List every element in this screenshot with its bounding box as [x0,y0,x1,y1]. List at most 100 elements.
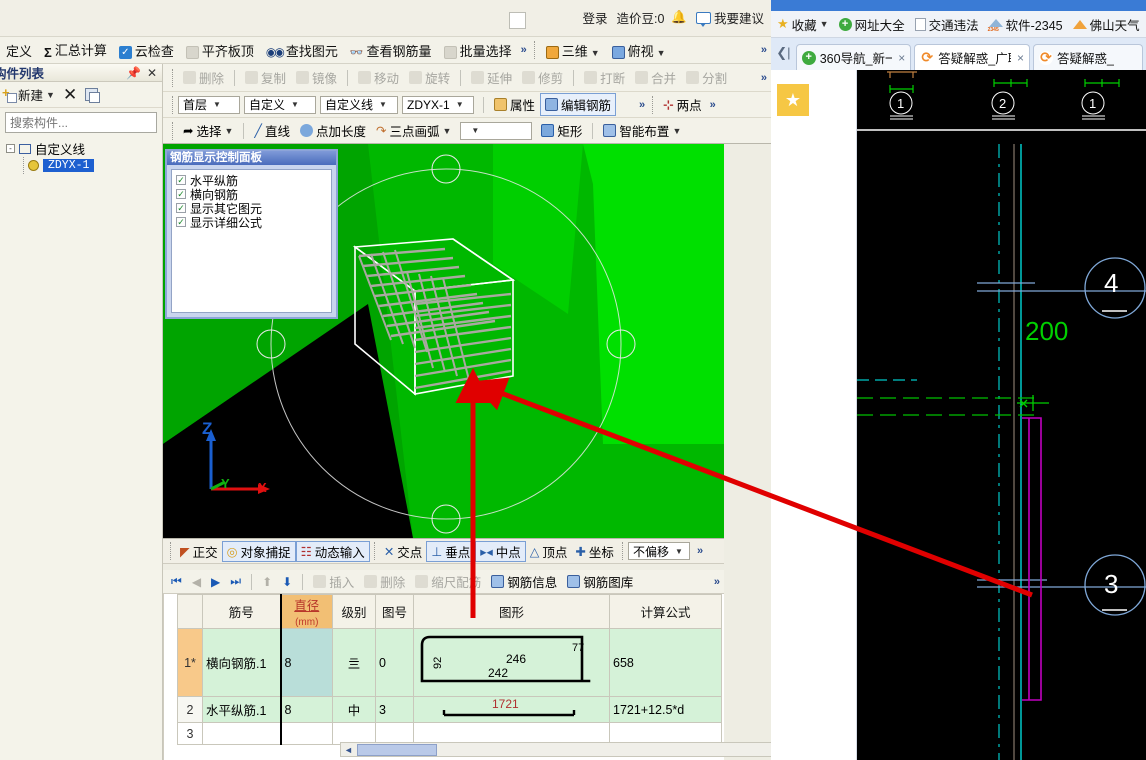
chevron-down-icon[interactable]: ▼ [442,126,451,136]
chevron-down-icon[interactable]: ▼ [213,100,221,109]
cell-bar-no[interactable]: 横向钢筋.1 [202,628,281,697]
context-toolbar-overflow[interactable]: » [636,99,648,111]
col-header-diameter[interactable]: 直径 (mm) [279,594,333,629]
new-component-button[interactable]: 新建▼ [2,85,55,104]
col-header-index[interactable] [177,594,203,629]
tab-qa-guanglianda[interactable]: ⟳ 答疑解惑_广联 × [914,44,1030,70]
first-record-icon[interactable]: ⏮ [166,574,187,589]
tab-close-icon[interactable]: × [898,51,905,65]
checkbox-icon[interactable]: ✓ [176,189,186,199]
tool-smart-layout[interactable]: 智能布置 ▼ [598,121,686,140]
bookmark-traffic-violation[interactable]: 交通违法 [914,15,979,34]
tab-close-icon[interactable]: × [1017,51,1024,65]
bookmark-software-2345[interactable]: 软件-2345 [988,15,1063,34]
menu-item-cloud-check[interactable]: ✓ 云检查 [113,41,180,60]
tree-node-custom-line[interactable]: - 自定义线 [6,140,162,157]
chevron-down-icon[interactable]: ▼ [379,100,387,109]
checkbox-row-show-detailed-formula[interactable]: ✓ 显示详细公式 [176,215,331,230]
three-d-viewport[interactable]: Z Y X 钢筋显示控制面板 ✓ 水平纵筋 ✓ 横向钢筋 ✓ 显示其它图元 ✓ … [163,144,724,538]
bookmark-foshan-weather[interactable]: 佛山天气 [1072,15,1140,34]
suggestion-link[interactable]: 我要建议 [714,8,764,27]
nav-overflow[interactable]: » [711,576,724,588]
snap-dynamic-input[interactable]: ☷ 动态输入 [295,540,370,562]
chevron-down-icon[interactable]: ▼ [675,547,683,556]
draw-mode-select[interactable]: ▼ [460,121,533,140]
login-link[interactable]: 登录 [582,8,607,27]
viewmenu-overflow-button[interactable]: » [758,44,771,56]
chevron-down-icon[interactable]: ▼ [820,19,829,29]
cell-grade[interactable]: 亖 [332,628,376,697]
menu-item-summarize[interactable]: Σ 汇总计算 [38,40,113,59]
cell-diameter[interactable]: 8 [279,628,333,697]
col-header-bar-no[interactable]: 筋号 [202,594,281,629]
checkbox-icon[interactable]: ✓ [176,217,186,227]
component-search-box[interactable]: 🔍 [5,112,181,133]
type-select[interactable]: 自定义线 ▼ [320,95,398,114]
col-header-shape-no[interactable]: 图号 [375,594,414,629]
cell-shape-diagram[interactable]: 92 77 246 242 [413,628,610,697]
tool-line[interactable]: ╱ 直线 [249,121,295,140]
snap-ortho[interactable]: ◤ 正交 [176,542,222,561]
checkbox-icon[interactable]: ✓ [176,203,186,213]
scrollbar-thumb[interactable] [357,743,437,756]
osnap-overflow[interactable]: » [694,545,706,557]
bookmark-url-directory[interactable]: + 网址大全 [838,15,905,34]
tool-three-point-arc[interactable]: ↷ 三点画弧 ▼ [371,121,456,140]
snap-perpendicular[interactable]: ⊥ 垂点 [426,540,476,562]
cell-bar-no[interactable] [202,722,281,745]
tool-rectangle[interactable]: 矩形 [536,121,587,140]
table-row[interactable]: 1* 横向钢筋.1 8 亖 0 92 77 246 242 658 [177,628,722,697]
bookmark-favorites[interactable]: ★ 收藏 ▼ [777,15,829,34]
cad-drawing-viewport[interactable]: 1 2 1 4 3 200 [857,70,1146,760]
two-point-overflow[interactable]: » [707,99,719,111]
cell-formula[interactable]: 1721+12.5*d [609,696,722,723]
table-row[interactable]: 2 水平纵筋.1 8 中 3 1721 1721+12.5*d [177,696,722,723]
tab-360-navigation[interactable]: + 360导航_新一 × [795,44,912,70]
chevron-down-icon[interactable]: ▼ [456,100,464,109]
scroll-left-arrow[interactable]: ◄ [341,745,356,755]
category-select[interactable]: 自定义 ▼ [244,95,316,114]
tool-select[interactable]: ➦ 选择 ▼ [178,121,238,140]
next-record-icon[interactable]: ▶ [206,575,225,589]
move-down-icon[interactable]: ⬇ [277,575,297,589]
edit-toolbar-overflow[interactable]: » [758,72,771,84]
tab-back-icon[interactable]: ❮| [771,45,796,70]
cell-diameter[interactable]: 8 [279,696,333,723]
cell-formula[interactable]: 658 [609,628,722,697]
pin-icon[interactable]: 📌 [126,66,141,80]
cell-shape-no[interactable]: 3 [375,696,414,723]
checkbox-icon[interactable]: ✓ [176,175,186,185]
member-select[interactable]: ZDYX-1 ▼ [402,95,474,114]
cell-shape-diagram[interactable]: 1721 [413,696,610,723]
col-header-formula[interactable]: 计算公式 [609,594,722,629]
search-input[interactable] [6,115,165,130]
snap-intersection[interactable]: ✕ 交点 [380,542,427,561]
tree-expander[interactable]: - [6,144,15,153]
chevron-down-icon[interactable]: ▼ [471,126,479,135]
chevron-down-icon[interactable]: ▼ [225,126,234,136]
prev-record-icon[interactable]: ◀ [187,575,206,589]
tool-point-length[interactable]: 点加长度 [295,121,371,140]
cell-diameter[interactable] [279,722,333,745]
two-point-button[interactable]: ⊹ 两点 [658,95,707,114]
rebar-edit-table[interactable]: 筋号 直径(mm) 级别 图号 图形 计算公式 1* 横向钢筋.1 8 亖 0 … [163,594,885,760]
chevron-down-icon[interactable]: ▼ [657,48,666,58]
rebar-library-button[interactable]: 钢筋图库 [562,572,638,591]
edit-rebar-button[interactable]: 编辑钢筋 [540,93,617,116]
menubar-overflow-button[interactable]: » [518,44,530,56]
tree-node-zdyx-1[interactable]: ZDYX-1 [19,157,162,174]
floor-select[interactable]: 首层 ▼ [178,95,240,114]
move-up-icon[interactable]: ⬆ [257,575,277,589]
close-icon[interactable]: ✕ [147,66,157,80]
copy-component-button[interactable] [85,88,101,103]
tab-qa-second[interactable]: ⟳ 答疑解惑_ [1033,44,1143,70]
delete-component-button[interactable]: ✕ [63,86,77,103]
menu-item-define[interactable]: 定义 [0,41,38,60]
snap-object-snap[interactable]: ◎ 对象捕捉 [221,540,296,562]
cell-grade[interactable]: 中 [332,696,376,723]
properties-button[interactable]: 属性 [489,95,540,114]
snap-coordinate[interactable]: ✚ 坐标 [571,542,618,561]
chevron-down-icon[interactable]: ▼ [291,100,299,109]
bell-icon[interactable]: 🔔 [671,10,687,25]
col-header-shape[interactable]: 图形 [413,594,610,629]
